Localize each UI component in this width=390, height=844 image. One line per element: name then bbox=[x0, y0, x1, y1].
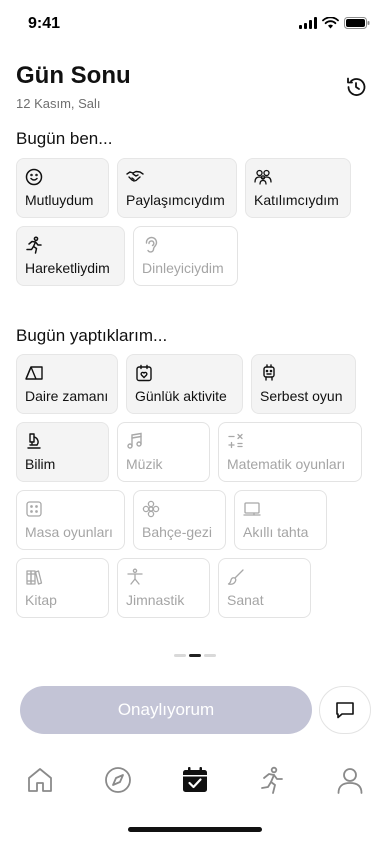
chip-label: Hareketliydim bbox=[25, 260, 110, 276]
chip-label: Dinleyiciydim bbox=[142, 260, 224, 276]
chip-jimnastik[interactable]: Jimnastik bbox=[117, 558, 210, 618]
tab-profile[interactable] bbox=[334, 764, 366, 796]
smile-icon bbox=[25, 168, 43, 186]
cellular-signal-icon bbox=[299, 17, 317, 29]
wifi-icon bbox=[322, 17, 339, 29]
music-icon bbox=[127, 432, 142, 449]
chip-daire-zamani[interactable]: Daire zamanı bbox=[16, 354, 118, 414]
calendar-heart-icon bbox=[136, 364, 152, 382]
chip-label: Bilim bbox=[25, 456, 56, 472]
chip-matematik-oyunlari[interactable]: Matematik oyunları bbox=[218, 422, 362, 482]
chip-label: Katılımcıydım bbox=[254, 192, 339, 208]
battery-icon bbox=[344, 17, 370, 29]
running-icon bbox=[26, 236, 42, 254]
section-title-activities: Bugün yaptıklarım... bbox=[16, 326, 168, 345]
chip-label: Masa oyunları bbox=[25, 524, 113, 540]
page-title: Gün Sonu bbox=[16, 62, 131, 89]
chip-paylasimciydim[interactable]: Paylaşımcıydım bbox=[117, 158, 237, 218]
home-indicator bbox=[128, 827, 262, 832]
microscope-icon bbox=[27, 433, 41, 449]
math-icon bbox=[228, 433, 243, 449]
page-dot-active bbox=[189, 654, 201, 657]
books-icon bbox=[26, 570, 43, 585]
status-time: 9:41 bbox=[28, 15, 61, 32]
chip-kitap[interactable]: Kitap bbox=[16, 558, 109, 618]
brush-icon bbox=[227, 569, 244, 585]
chip-mutluydum[interactable]: Mutluydum bbox=[16, 158, 109, 218]
dice-icon bbox=[26, 501, 42, 517]
chip-bahce-gezi[interactable]: Bahçe-gezi bbox=[133, 490, 226, 550]
page-dot bbox=[174, 654, 186, 657]
tab-home[interactable] bbox=[24, 764, 56, 796]
chip-sanat[interactable]: Sanat bbox=[218, 558, 311, 618]
chip-gunluk-aktivite[interactable]: Günlük aktivite bbox=[126, 354, 243, 414]
section-title-feelings: Bugün ben... bbox=[16, 129, 113, 148]
chip-label: Jimnastik bbox=[126, 592, 185, 608]
status-icons bbox=[299, 17, 370, 29]
chip-label: Akıllı tahta bbox=[243, 524, 309, 540]
chip-label: Sanat bbox=[227, 592, 264, 608]
chip-label: Serbest oyun bbox=[260, 388, 343, 404]
chip-hareketliydim[interactable]: Hareketliydim bbox=[16, 226, 125, 286]
flower-icon bbox=[142, 500, 160, 518]
chip-akilli-tahta[interactable]: Akıllı tahta bbox=[234, 490, 327, 550]
tent-icon bbox=[25, 366, 43, 380]
tab-activities[interactable] bbox=[256, 764, 288, 796]
page-dot bbox=[204, 654, 216, 657]
robot-icon bbox=[263, 364, 275, 381]
chip-label: Bahçe-gezi bbox=[142, 524, 213, 540]
chip-label: Paylaşımcıydım bbox=[126, 192, 225, 208]
chip-label: Daire zamanı bbox=[25, 388, 109, 404]
handshake-icon bbox=[126, 170, 144, 182]
chip-serbest-oyun[interactable]: Serbest oyun bbox=[251, 354, 356, 414]
history-icon bbox=[347, 77, 366, 96]
chat-button[interactable] bbox=[319, 686, 371, 734]
confirm-button[interactable]: Onaylıyorum bbox=[20, 686, 312, 734]
board-icon bbox=[243, 502, 261, 516]
chip-label: Günlük aktivite bbox=[135, 388, 227, 404]
page-date: 12 Kasım, Salı bbox=[16, 96, 101, 111]
calendar-check-icon bbox=[183, 767, 207, 792]
chip-dinleyiciydim[interactable]: Dinleyiciydim bbox=[133, 226, 238, 286]
status-bar: 9:41 bbox=[0, 0, 390, 50]
chip-label: Kitap bbox=[25, 592, 57, 608]
chip-bilim[interactable]: Bilim bbox=[16, 422, 109, 482]
chat-icon bbox=[336, 702, 354, 719]
chip-label: Matematik oyunları bbox=[227, 456, 346, 472]
tab-day-end[interactable] bbox=[179, 764, 211, 796]
history-button[interactable] bbox=[344, 75, 368, 99]
ear-icon bbox=[145, 236, 158, 253]
activity-icon bbox=[261, 766, 283, 794]
page-indicator bbox=[174, 654, 216, 657]
tab-explore[interactable] bbox=[102, 764, 134, 796]
compass-icon bbox=[105, 767, 131, 793]
home-icon bbox=[28, 768, 52, 792]
profile-icon bbox=[337, 768, 363, 794]
chip-muzik[interactable]: Müzik bbox=[117, 422, 210, 482]
chip-masa-oyunlari[interactable]: Masa oyunları bbox=[16, 490, 125, 550]
chip-label: Mutluydum bbox=[25, 192, 94, 208]
group-icon bbox=[254, 169, 272, 185]
gymnastics-icon bbox=[127, 568, 143, 585]
chip-katilimciydim[interactable]: Katılımcıydım bbox=[245, 158, 351, 218]
tab-bar bbox=[0, 758, 390, 802]
chip-label: Müzik bbox=[126, 456, 163, 472]
